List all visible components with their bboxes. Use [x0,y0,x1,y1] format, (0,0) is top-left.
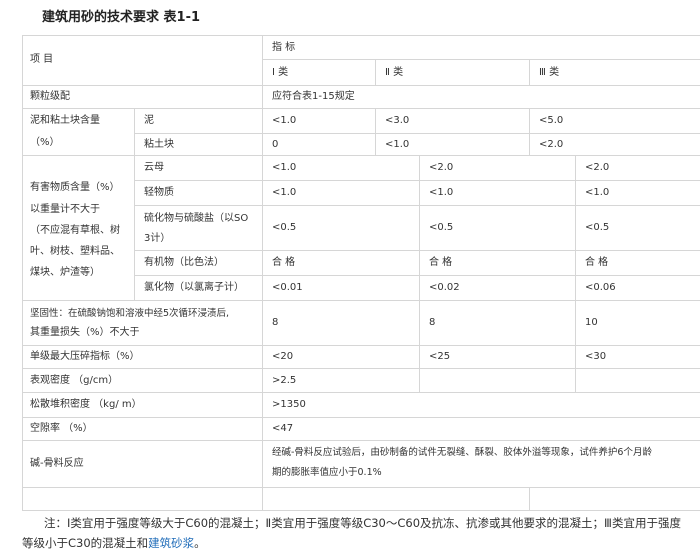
grid-line [375,108,376,155]
mud-label: 泥和粘土块含量 [30,115,100,126]
soundness-value: 8 [429,317,436,328]
harmful-value: <2.0 [429,162,454,173]
grid-line [262,487,263,511]
grid-line [529,59,530,85]
grid-line [134,205,700,206]
harmful-row-name: 氯化物（以氯离子计） [144,282,244,293]
table-note: 注：Ⅰ类宜用于强度等级大于C60的混凝土；Ⅱ类宜用于强度等级C30～C60及抗冻… [22,513,682,553]
header-item: 项 目 [30,54,54,65]
harmful-value: <1.0 [272,187,297,198]
mud-row-name: 泥 [144,115,154,126]
grid-line [22,440,700,441]
grid-line [22,417,700,418]
header-class-1: Ⅰ 类 [272,67,289,78]
crush-value: <30 [585,351,607,362]
voids-value: <47 [272,423,294,434]
harmful-value: <0.5 [585,222,610,233]
harmful-row-name: 轻物质 [144,187,174,198]
grid-line [22,345,700,346]
crush-value: <25 [429,351,451,362]
grid-line [529,487,530,511]
grid-line [22,487,700,488]
grid-line [134,275,700,276]
grid-line [22,35,23,511]
harmful-row-name: 3计） [144,233,171,244]
header-class-2: Ⅱ 类 [385,67,404,78]
mud-value: <2.0 [539,139,564,150]
grid-line [575,155,576,392]
harmful-label: 煤块、炉渣等） [30,267,100,278]
note-end: 。 [194,536,206,550]
note-text: 注：Ⅰ类宜用于强度等级大于C60的混凝土；Ⅱ类宜用于强度等级C30～C60及抗冻… [22,516,681,550]
mud-value: <1.0 [385,139,410,150]
harmful-value: <0.01 [272,282,303,293]
harmful-value: <0.5 [429,222,454,233]
harmful-value: <1.0 [585,187,610,198]
grid-line [22,108,700,109]
grid-line [375,59,376,85]
gradation-value: 应符合表1-15规定 [272,91,355,102]
grid-line [134,133,700,134]
soundness-value: 8 [272,317,279,328]
bulk-density-label: 松散堆积密度 （kg/ m） [30,399,142,410]
harmful-value: <1.0 [272,162,297,173]
harmful-value: 合 格 [429,257,453,268]
grid-line [22,368,700,369]
harmful-value: <1.0 [429,187,454,198]
harmful-value: <2.0 [585,162,610,173]
mortar-link[interactable]: 建筑砂浆 [148,536,194,550]
mud-label-unit: （%） [30,137,60,148]
grid-line [134,108,135,300]
soundness-label: 其重量损失（%）不大于 [30,327,140,338]
harmful-value: <0.02 [429,282,460,293]
harmful-value: 合 格 [272,257,296,268]
grid-line [262,35,263,511]
harmful-row-name: 有机物（比色法） [144,257,224,268]
header-index: 指 标 [272,42,296,53]
harmful-value: <0.06 [585,282,616,293]
crush-value: <20 [272,351,294,362]
harmful-value: <0.5 [272,222,297,233]
harmful-row-name: 云母 [144,162,164,173]
alkali-label: 碱-骨料反应 [30,458,84,469]
bulk-density-value: >1350 [272,399,306,410]
mud-value: <3.0 [385,115,410,126]
grid-line [262,59,700,60]
table-title: 建筑用砂的技术要求 表1-1 [42,10,201,25]
mud-row-name: 粘土块 [144,139,174,150]
mud-value: <1.0 [272,115,297,126]
soundness-label: 坚固性：在硫酸钠饱和溶液中经5次循环浸渍后, [30,308,230,319]
grid-line [22,300,700,301]
harmful-label: 有害物质含量（%） [30,182,120,193]
grid-line [134,180,700,181]
apparent-density-value: >2.5 [272,375,297,386]
harmful-label: （不应混有草根、树 [30,225,120,236]
grid-line [22,85,700,86]
grid-line [529,108,530,155]
grid-line [22,35,700,36]
soundness-value: 10 [585,317,598,328]
header-class-3: Ⅲ 类 [539,67,560,78]
alkali-value: 经碱-骨料反应试验后，由砂制备的试件无裂缝、酥裂、胶体外溢等现象，试件养护6个月… [272,447,652,458]
alkali-value: 期的膨胀率值应小于0.1% [272,467,382,478]
gradation-label: 颗粒级配 [30,91,70,102]
grid-line [22,392,700,393]
grid-line [22,510,700,511]
harmful-value: 合 格 [585,257,609,268]
harmful-label: 以重量计不大于 [30,204,100,215]
harmful-label: 叶、树枝、塑料品、 [30,246,120,257]
apparent-density-label: 表观密度 （g/cm） [30,375,119,386]
mud-value: <5.0 [539,115,564,126]
technical-requirements-table: 项 目 指 标 Ⅰ 类 Ⅱ 类 Ⅲ 类 颗粒级配 应符合表1-15规定 泥和粘土… [22,35,700,511]
grid-line [419,155,420,392]
voids-label: 空隙率 （%） [30,423,93,434]
grid-line [22,155,700,156]
mud-value: 0 [272,139,279,150]
crush-label: 单级最大压碎指标（%） [30,351,140,362]
grid-line [134,250,700,251]
harmful-row-name: 硫化物与硫酸盐（以SO [144,213,249,224]
